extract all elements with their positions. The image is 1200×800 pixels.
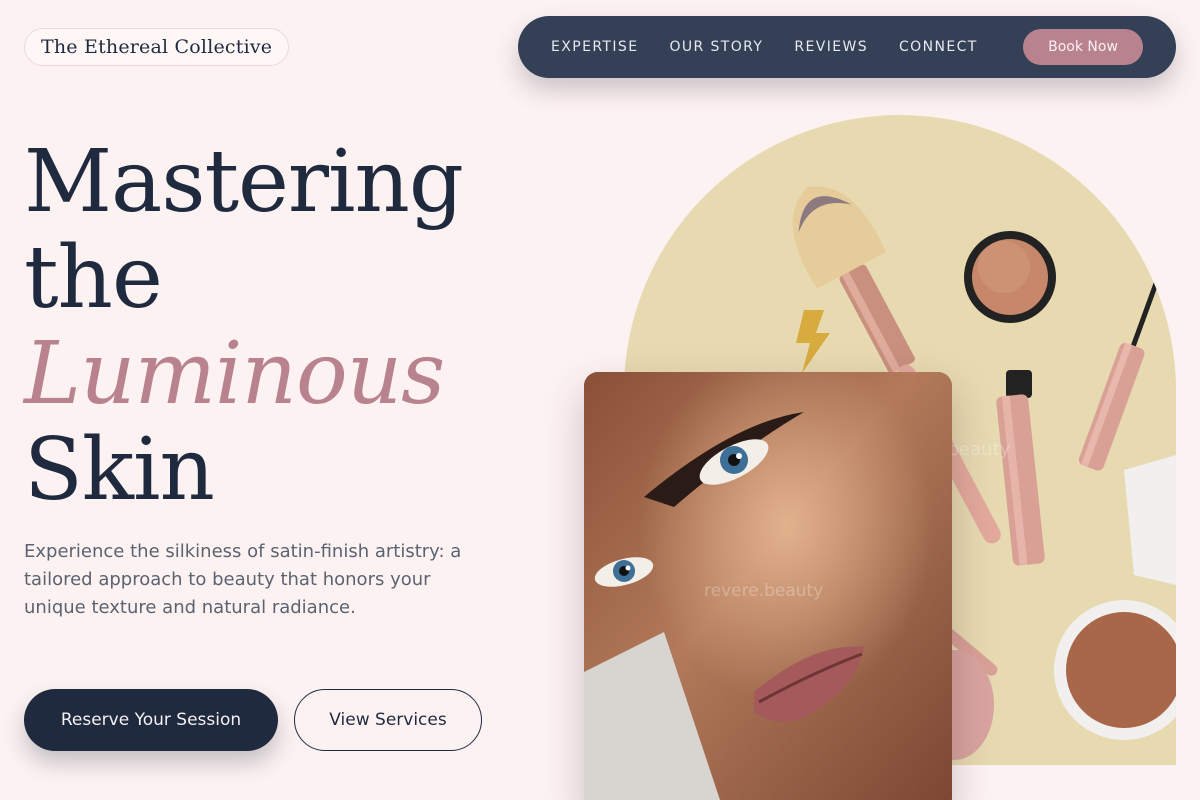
headline-line-4: Skin	[24, 420, 215, 520]
gold-lightning	[796, 310, 830, 373]
nav-link-reviews[interactable]: REVIEWS	[794, 39, 868, 55]
brand-logo[interactable]: The Ethereal Collective	[24, 28, 290, 66]
book-now-button[interactable]: Book Now	[1023, 29, 1143, 65]
model-portrait-image: revere.beauty	[584, 372, 952, 800]
mascara-tube	[996, 370, 1045, 566]
hero-headline: Mastering the Luminous Skin	[24, 134, 544, 518]
portrait-illustration: revere.beauty	[584, 372, 952, 800]
mascara-wand	[1078, 252, 1170, 471]
portrait-watermark: revere.beauty	[704, 581, 823, 601]
nav-link-connect[interactable]: CONNECT	[899, 39, 978, 55]
nav-link-expertise[interactable]: EXPERTISE	[551, 39, 638, 55]
headline-line-2: the	[24, 228, 163, 328]
reserve-session-button[interactable]: Reserve Your Session	[24, 689, 278, 751]
main-nav: EXPERTISE OUR STORY REVIEWS CONNECT Book…	[518, 16, 1176, 78]
headline-line-1: Mastering	[24, 132, 464, 232]
brand-name: The Ethereal Collective	[41, 36, 273, 58]
hero-description: Experience the silkiness of satin-finish…	[24, 541, 462, 618]
nav-link-our-story[interactable]: OUR STORY	[669, 39, 763, 55]
headline-accent: Luminous	[24, 324, 445, 424]
view-services-button[interactable]: View Services	[294, 689, 482, 751]
